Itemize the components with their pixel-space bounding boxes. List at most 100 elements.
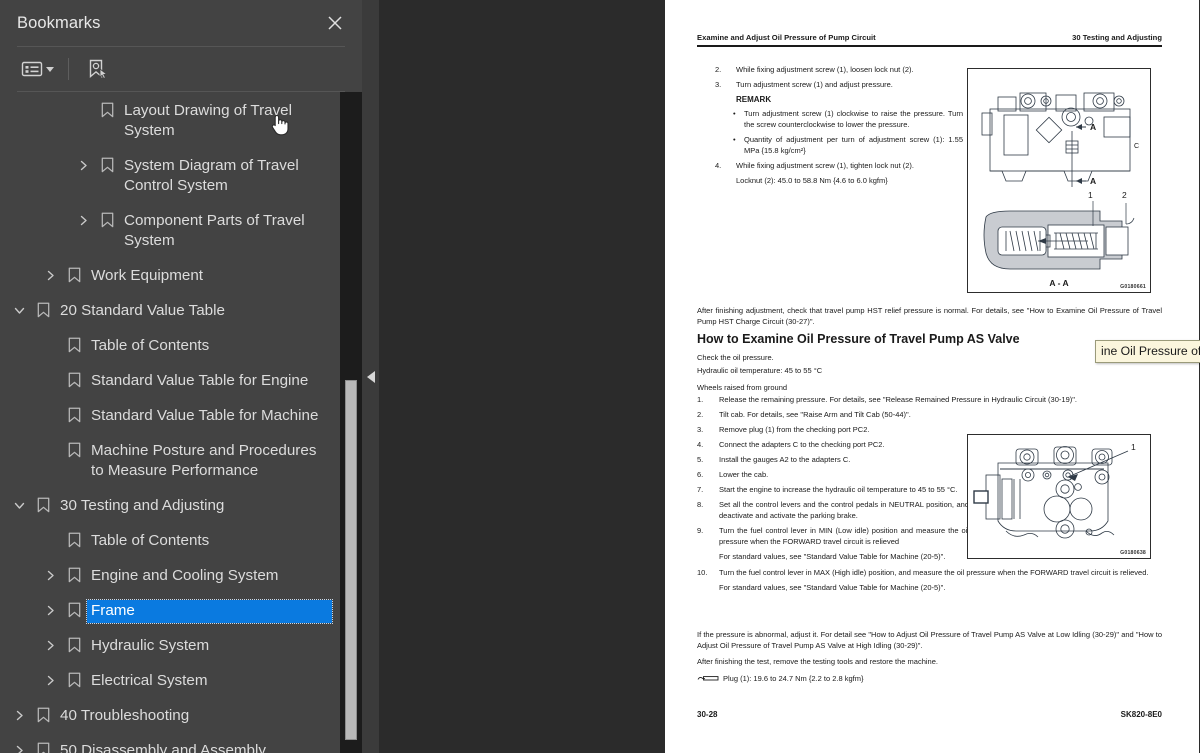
bookmark-item-label: Engine and Cooling System (91, 567, 279, 584)
close-icon[interactable] (322, 10, 348, 36)
check-line: Check the oil pressure. (697, 353, 774, 362)
bookmark-item[interactable]: Machine Posture and Procedures to Measur… (0, 434, 340, 489)
bookmark-item[interactable]: Electrical System (0, 664, 340, 699)
bookmark-item[interactable]: 20 Standard Value Table (0, 294, 340, 329)
bookmark-icon (61, 565, 87, 585)
bookmark-item[interactable]: System Diagram of Travel Control System (0, 149, 340, 204)
list-view-options-button[interactable] (17, 57, 58, 81)
bookmark-item[interactable]: Standard Value Table for Machine (0, 399, 340, 434)
bookmark-item-label: 50 Disassembly and Assembly (60, 742, 266, 753)
panel-title: Bookmarks (17, 13, 101, 32)
list-item-text: Set all the control levers and the contr… (719, 500, 969, 520)
bookmark-item-label: Work Equipment (91, 267, 203, 284)
list-item-number: 6. (697, 470, 704, 479)
svg-text:1: 1 (1131, 442, 1136, 452)
list-item-number: 4. (715, 161, 722, 170)
list-view-icon (21, 61, 43, 77)
bookmark-item[interactable]: Table of Contents (0, 329, 340, 364)
bookmark-item[interactable]: Engine and Cooling System (0, 559, 340, 594)
chevron-down-icon[interactable] (8, 300, 30, 320)
bookmark-item[interactable]: Component Parts of Travel System (0, 204, 340, 259)
bookmark-icon (61, 635, 87, 655)
page-footer: 30-28 SK820-8E0 (697, 710, 1162, 719)
bookmark-item[interactable]: 30 Testing and Adjusting (0, 489, 340, 524)
bullet-icon: • (733, 109, 736, 118)
bookmark-item[interactable]: Standard Value Table for Engine (0, 364, 340, 399)
list-item-number: 1. (697, 395, 704, 404)
bookmark-item[interactable]: Work Equipment (0, 259, 340, 294)
chevron-right-icon[interactable] (39, 600, 61, 620)
chevron-right-icon[interactable] (8, 740, 30, 753)
bookmark-item[interactable]: 50 Disassembly and Assembly (0, 734, 340, 753)
bookmark-item-label: Layout Drawing of Travel System (124, 102, 292, 139)
bookmark-item-label: Component Parts of Travel System (124, 212, 305, 249)
bookmark-icon (61, 370, 87, 390)
list-item-text: While fixing adjustment screw (1), tight… (736, 161, 914, 170)
chevron-right-icon[interactable] (72, 155, 94, 175)
list-item: • Quantity of adjustment per turn of adj… (715, 134, 963, 156)
list-item-number: 2. (715, 65, 722, 74)
bookmark-item[interactable]: Frame (0, 594, 340, 629)
list-item-number: 10. (697, 568, 708, 577)
list-item-number: 7. (697, 485, 704, 494)
bookmark-item[interactable]: Table of Contents (0, 524, 340, 559)
chevron-right-icon[interactable] (72, 210, 94, 230)
bookmark-item[interactable]: Layout Drawing of Travel System (0, 94, 340, 149)
svg-text:A: A (1090, 122, 1096, 132)
figure-checking-port: 1 G0180638 (967, 434, 1151, 559)
select-bookmark-cursor-button[interactable] (81, 54, 113, 84)
chevron-right-icon[interactable] (39, 670, 61, 690)
paragraph-after-adjustment: After finishing adjustment, check that t… (697, 306, 1162, 326)
bookmark-item-label: Frame (86, 599, 333, 624)
list-item: 2. While fixing adjustment screw (1), lo… (715, 64, 963, 75)
list-item-number: 3. (697, 425, 704, 434)
list-item: 10. Turn the fuel control lever in MAX (H… (697, 567, 1162, 578)
bookmark-icon (94, 100, 120, 120)
list-item: 1. Release the remaining pressure. For de… (697, 394, 1162, 405)
finish-test-paragraph: After finishing the test, remove the tes… (697, 657, 938, 666)
chevron-right-icon[interactable] (39, 635, 61, 655)
figure-caption: G0180661 (1120, 284, 1146, 290)
chevron-down-icon[interactable] (8, 495, 30, 515)
torque-wrench-icon (697, 676, 719, 681)
condition-oil-temperature: Hydraulic oil temperature: 45 to 55 °C (697, 366, 823, 375)
bookmark-icon (61, 530, 87, 550)
sidebar-scrollbar-thumb[interactable] (345, 380, 357, 740)
document-code: SK820-8E0 (1120, 710, 1162, 719)
page-header-left: Examine and Adjust Oil Pressure of Pump … (697, 33, 876, 42)
list-item: 2. Tilt cab. For details, see "Raise Arm … (697, 409, 1162, 420)
bookmark-item-label: Standard Value Table for Engine (91, 372, 309, 389)
bookmark-icon (30, 495, 56, 515)
locknut-spec-text: Locknut (2): 45.0 to 58.8 Nm {4.6 to 6.0… (736, 176, 888, 185)
sidebar-scrollbar[interactable] (340, 92, 362, 753)
link-tooltip: ine Oil Pressure of Travel Pump HST Char… (1095, 340, 1200, 363)
bookmark-item[interactable]: 40 Troubleshooting (0, 699, 340, 734)
panel-collapse-handle[interactable] (362, 0, 379, 753)
bookmark-icon (61, 670, 87, 690)
chevron-right-icon[interactable] (39, 565, 61, 585)
list-item-number: 4. (697, 440, 704, 449)
bookmarks-tree-wrapper: Layout Drawing of Travel System System Di… (0, 92, 362, 753)
bookmark-item[interactable]: Hydraulic System (0, 629, 340, 664)
bookmark-item-label: System Diagram of Travel Control System (124, 157, 299, 194)
bookmarks-tree[interactable]: Layout Drawing of Travel System System Di… (0, 92, 340, 753)
torque-spec-line: Plug (1): 19.6 to 24.7 Nm {2.2 to 2.8 kg… (697, 674, 1162, 683)
bookmark-cursor-icon (89, 59, 108, 80)
pdf-viewer-area[interactable]: Examine and Adjust Oil Pressure of Pump … (362, 0, 1200, 753)
chevron-right-icon[interactable] (8, 705, 30, 725)
bookmark-item-label: Hydraulic System (91, 637, 210, 654)
bookmark-icon (61, 440, 87, 460)
list-item-number: 2. (697, 410, 704, 419)
chevron-right-icon[interactable] (39, 265, 61, 285)
list-item-text: Turn adjustment screw (1) and adjust pre… (736, 80, 893, 89)
bookmark-item-label: 20 Standard Value Table (60, 302, 225, 319)
bullet-icon: • (733, 135, 736, 144)
bookmark-icon (30, 740, 56, 753)
bookmarks-toolbar (0, 47, 362, 91)
bookmark-icon (61, 265, 87, 285)
toolbar-separator (68, 58, 69, 80)
figure-caption: G0180638 (1120, 550, 1146, 556)
